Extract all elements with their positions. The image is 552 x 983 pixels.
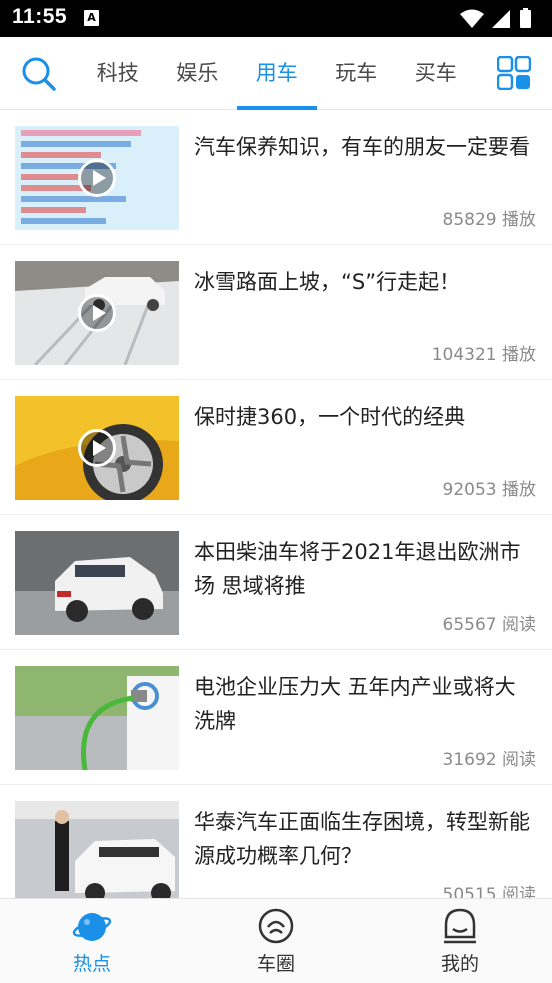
news-title: 汽车保养知识，有车的朋友一定要看 xyxy=(194,135,530,159)
thumbnail-image xyxy=(15,801,179,898)
planet-icon xyxy=(72,913,112,941)
tab-keji[interactable]: 科技 xyxy=(78,37,158,110)
status-time: 11:55 xyxy=(12,5,68,28)
view-count: 31692 阅读 xyxy=(442,750,537,770)
news-list[interactable]: 汽车保养知识，有车的朋友一定要看 85829 播放 冰雪路面上坡，“S”行走起！… xyxy=(0,110,552,898)
view-count: 50515 阅读 xyxy=(442,885,537,898)
list-item[interactable]: 华泰汽车正面临生存困境，转型新能源成功概率几何？ 50515 阅读 xyxy=(0,785,552,898)
tab-yule[interactable]: 娱乐 xyxy=(158,37,238,110)
list-item[interactable]: 冰雪路面上坡，“S”行走起！ 104321 播放 xyxy=(0,245,552,380)
tab-maiche[interactable]: 买车 xyxy=(396,37,476,110)
bottom-nav: 热点 车圈 我的 xyxy=(0,898,552,983)
news-title: 冰雪路面上坡，“S”行走起！ xyxy=(194,270,461,294)
wifi-icon xyxy=(460,9,484,28)
grid-menu-icon[interactable] xyxy=(497,56,531,90)
play-icon[interactable] xyxy=(78,294,116,332)
tab-wanche[interactable]: 玩车 xyxy=(317,37,397,110)
status-icons xyxy=(460,8,531,28)
thumbnail-image xyxy=(15,666,179,770)
list-item[interactable]: 本田柴油车将于2021年退出欧洲市场 思域将推 65567 阅读 xyxy=(0,515,552,650)
nav-mine[interactable]: 我的 xyxy=(368,899,552,983)
profile-icon xyxy=(444,908,476,944)
chat-circle-icon xyxy=(258,908,294,944)
nav-label: 我的 xyxy=(440,953,479,975)
view-count: 65567 阅读 xyxy=(442,615,537,635)
search-icon[interactable] xyxy=(20,55,58,93)
list-item[interactable]: 汽车保养知识，有车的朋友一定要看 85829 播放 xyxy=(0,110,552,245)
status-bar: 11:55 A xyxy=(0,0,552,37)
tab-yongche[interactable]: 用车 xyxy=(237,37,317,110)
news-title: 电池企业压力大 五年内产业或将大洗牌 xyxy=(194,675,516,733)
view-count: 92053 播放 xyxy=(442,480,537,500)
nav-hot[interactable]: 热点 xyxy=(0,899,184,983)
list-item[interactable]: 电池企业压力大 五年内产业或将大洗牌 31692 阅读 xyxy=(0,650,552,785)
news-title: 本田柴油车将于2021年退出欧洲市场 思域将推 xyxy=(194,540,521,598)
list-item[interactable]: 保时捷360，一个时代的经典 92053 播放 xyxy=(0,380,552,515)
news-title: 保时捷360，一个时代的经典 xyxy=(194,405,466,429)
view-count: 85829 播放 xyxy=(442,210,537,230)
top-tab-bar: 科技 娱乐 用车 玩车 买车 xyxy=(0,37,552,110)
nav-label: 热点 xyxy=(72,953,111,975)
thumbnail-image xyxy=(15,261,179,365)
view-count: 104321 播放 xyxy=(431,345,536,365)
play-icon[interactable] xyxy=(78,159,116,197)
signal-icon xyxy=(492,10,510,28)
battery-icon xyxy=(520,10,531,28)
notification-icon: A xyxy=(84,10,99,26)
news-title: 华泰汽车正面临生存困境，转型新能源成功概率几何？ xyxy=(194,810,530,868)
nav-label: 车圈 xyxy=(256,953,295,975)
thumbnail-image xyxy=(15,396,179,500)
play-icon[interactable] xyxy=(78,429,116,467)
thumbnail-image xyxy=(15,531,179,635)
nav-circle[interactable]: 车圈 xyxy=(184,899,368,983)
thumbnail-image xyxy=(15,126,179,230)
category-tabs: 科技 娱乐 用车 玩车 买车 xyxy=(78,37,476,110)
